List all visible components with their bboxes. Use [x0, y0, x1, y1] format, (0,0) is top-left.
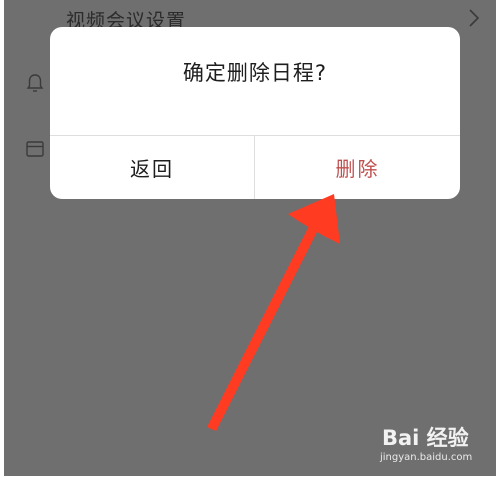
chevron-right-icon [469, 9, 480, 27]
watermark-url: jingyan.baidu.com [380, 452, 473, 463]
delete-button[interactable]: 删除 [255, 136, 460, 199]
delete-confirm-dialog: 确定删除日程? 返回 删除 [50, 27, 460, 199]
back-button[interactable]: 返回 [50, 136, 254, 199]
calendar-card-icon [26, 141, 44, 157]
bell-icon [26, 74, 44, 92]
baidu-jingyan-watermark: Bai 经验 jingyan.baidu.com [378, 422, 498, 472]
app-screen: 视频会议设置 确定删除日程? 返回 删除 [4, 0, 496, 476]
dialog-title: 确定删除日程? [182, 61, 328, 85]
screenshot-stage: 视频会议设置 确定删除日程? 返回 删除 Bai 经验 jingyan.baid… [0, 0, 500, 479]
watermark-logo: Bai 经验 [382, 426, 469, 450]
